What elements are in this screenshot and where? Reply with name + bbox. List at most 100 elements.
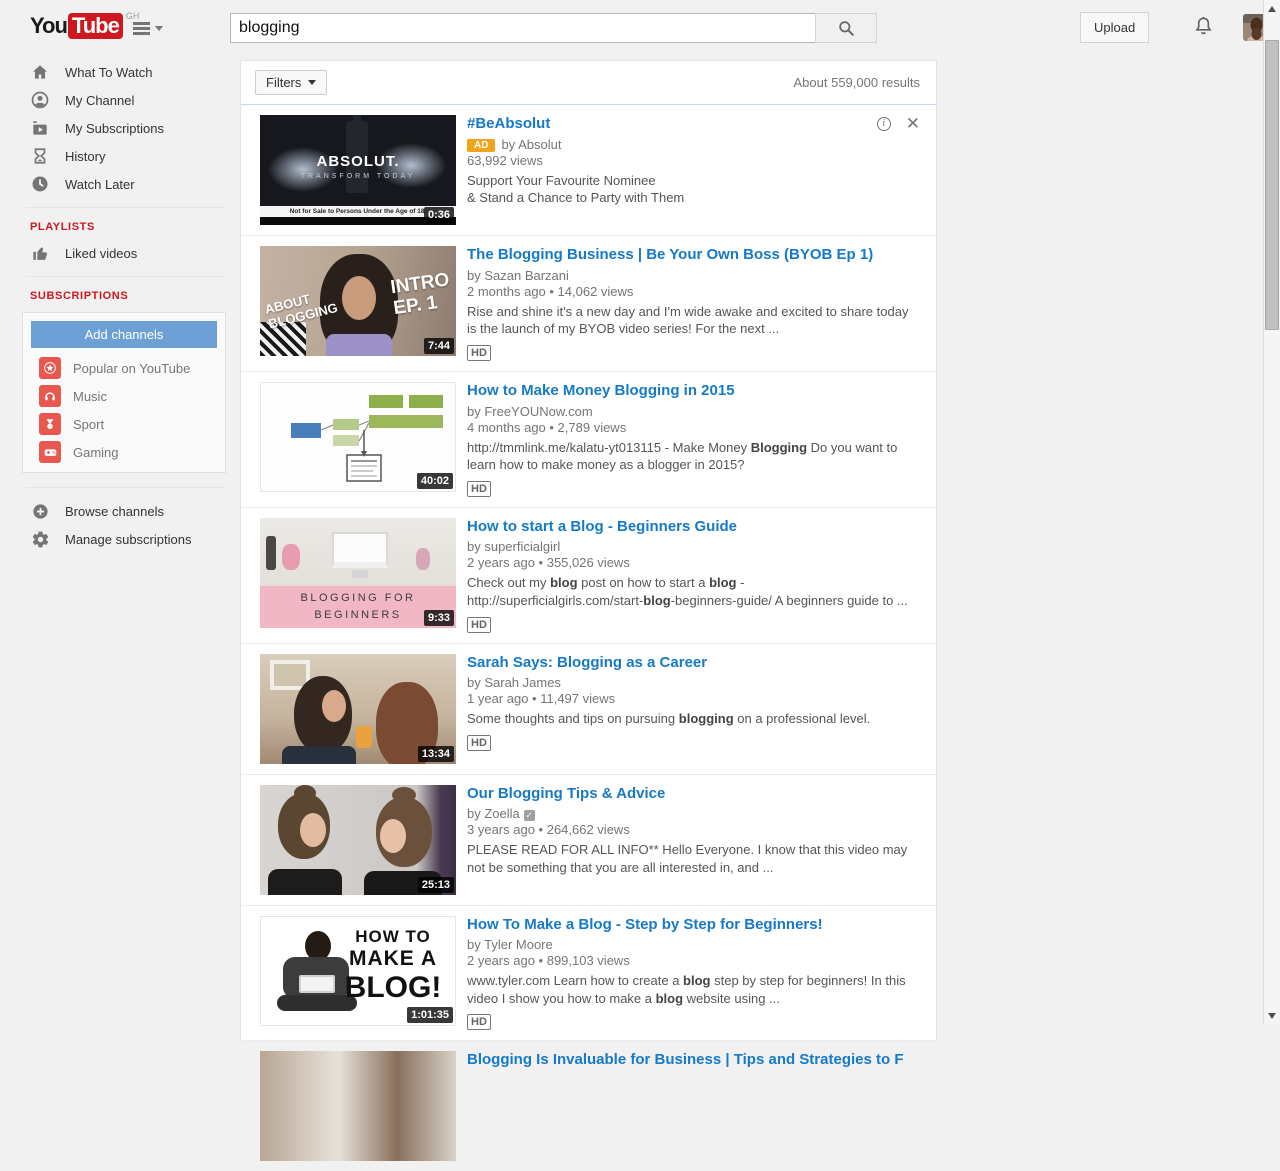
magnifier-icon <box>838 20 854 36</box>
scroll-up-arrow-icon[interactable] <box>1264 0 1280 17</box>
logo-text-you: You <box>30 13 68 38</box>
thumb-brand-text: ABSOLUT. <box>316 153 400 170</box>
hamburger-menu-icon <box>133 20 150 37</box>
video-title-link[interactable]: How To Make a Blog - Step by Step for Be… <box>467 916 823 935</box>
ad-badge: AD <box>467 138 496 152</box>
results-count: About 559,000 results <box>793 75 920 90</box>
duration-badge: 1:01:35 <box>407 1006 453 1023</box>
hd-badge: HD <box>467 480 491 497</box>
thumb-overlay-text: INTRO EP. 1 <box>389 269 451 320</box>
video-thumbnail[interactable]: HOW TO MAKE A BLOG! 1:01:35 <box>260 915 456 1026</box>
scrollbar[interactable] <box>1263 0 1280 1024</box>
masthead: You Tube GH Upload <box>0 0 1280 56</box>
duration-badge: 7:44 <box>423 338 454 354</box>
person-icon <box>30 90 50 110</box>
video-title-link[interactable]: #BeAbsolut <box>467 115 550 134</box>
video-title-link[interactable]: How to Make Money Blogging in 2015 <box>467 382 735 401</box>
ad-byline-row[interactable]: AD by Absolut <box>467 137 920 152</box>
video-description: Check out my blog post on how to start a… <box>467 575 908 608</box>
guide-menu-button[interactable] <box>133 20 163 37</box>
video-thumbnail[interactable]: 13:34 <box>260 653 456 764</box>
channel-byline[interactable]: by Sazan Barzani <box>467 268 920 283</box>
byline-text: by Absolut <box>501 136 562 152</box>
sidebar-item-label: Watch Later <box>65 176 135 192</box>
ad-desc-line2: & Stand a Chance to Party with Them <box>467 190 685 206</box>
byline-text: by Zoella <box>467 806 520 822</box>
search-button[interactable] <box>815 13 877 43</box>
scrollbar-thumb[interactable] <box>1265 40 1279 330</box>
gear-icon <box>30 529 50 549</box>
caret-down-icon <box>155 26 163 31</box>
thumb-overlay-text: HOW TO MAKE A BLOG! <box>339 927 447 1005</box>
channel-byline[interactable]: by Zoella ✓ <box>467 806 920 822</box>
sidebar-item-my-subscriptions[interactable]: My Subscriptions <box>0 114 240 142</box>
video-thumbnail[interactable]: BLOGGING FOR BEGINNERS 9:33 <box>260 517 456 628</box>
sidebar-item-sport[interactable]: Sport <box>31 410 217 438</box>
guide-sidebar: What To Watch My Channel My Subscription… <box>0 58 240 553</box>
duration-badge: 13:34 <box>417 745 454 762</box>
duration-badge: 0:36 <box>423 207 454 223</box>
video-title-link[interactable]: How to start a Blog - Beginners Guide <box>467 518 737 537</box>
notifications-bell-icon[interactable] <box>1192 14 1215 42</box>
video-result-row: 25:13 Our Blogging Tips & Advice by Zoel… <box>241 773 936 905</box>
ad-result-row: ABSOLUT. TRANSFORM TODAY Not for Sale to… <box>241 105 936 235</box>
subscriptions-icon <box>30 118 50 138</box>
add-circle-icon <box>30 501 50 521</box>
sidebar-item-gaming[interactable]: Gaming <box>31 438 217 466</box>
video-thumbnail[interactable] <box>260 1051 456 1162</box>
thumb-tagline-text: TRANSFORM TODAY <box>300 173 416 180</box>
sidebar-item-browse-channels[interactable]: Browse channels <box>0 497 240 525</box>
video-result-row: HOW TO MAKE A BLOG! 1:01:35 How To Make … <box>241 904 936 1041</box>
search-input[interactable] <box>230 13 815 43</box>
sidebar-item-label: My Subscriptions <box>65 120 164 136</box>
sidebar-item-watch-later[interactable]: Watch Later <box>0 170 240 198</box>
channel-byline[interactable]: by Tyler Moore <box>467 937 920 952</box>
thumb-prop <box>416 547 430 570</box>
channel-label: Music <box>73 388 107 404</box>
filters-button[interactable]: Filters <box>255 70 328 95</box>
thumb-figure <box>380 818 406 853</box>
verified-badge-icon: ✓ <box>523 810 535 822</box>
video-meta: 2 months ago • 14,062 views <box>467 283 634 299</box>
history-icon <box>30 146 50 166</box>
subscriptions-header: SUBSCRIPTIONS <box>30 290 129 302</box>
sidebar-item-music[interactable]: Music <box>31 382 217 410</box>
sidebar-item-manage-subscriptions[interactable]: Manage subscriptions <box>0 525 240 553</box>
close-icon[interactable]: ✕ <box>906 115 920 132</box>
scroll-down-arrow-icon[interactable] <box>1264 1007 1280 1024</box>
thumb-prop <box>282 543 300 570</box>
hd-badge: HD <box>467 616 491 633</box>
star-tile-icon <box>39 357 61 379</box>
video-meta: 3 years ago • 264,662 views <box>467 822 630 838</box>
thumb-figure <box>300 812 326 847</box>
sidebar-item-history[interactable]: History <box>0 142 240 170</box>
channel-byline[interactable]: by Sarah James <box>467 675 920 690</box>
sidebar-item-my-channel[interactable]: My Channel <box>0 86 240 114</box>
channel-byline[interactable]: by superficialgirl <box>467 539 920 554</box>
youtube-logo[interactable]: You Tube GH <box>30 11 139 39</box>
video-thumbnail[interactable]: ABSOLUT. TRANSFORM TODAY Not for Sale to… <box>260 115 456 225</box>
channel-label: Sport <box>73 416 105 432</box>
video-title-link[interactable]: The Blogging Business | Be Your Own Boss… <box>467 246 873 265</box>
upload-button[interactable]: Upload <box>1080 12 1150 43</box>
sidebar-item-liked-videos[interactable]: Liked videos <box>0 239 240 267</box>
info-icon[interactable]: i <box>876 117 891 131</box>
video-title-link[interactable]: Our Blogging Tips & Advice <box>467 785 665 804</box>
thumb-prop <box>266 535 276 570</box>
video-title-link[interactable]: Sarah Says: Blogging as a Career <box>467 654 707 673</box>
video-thumbnail[interactable]: 25:13 <box>260 784 456 895</box>
masthead-right: Upload <box>1080 12 1271 43</box>
add-channels-button[interactable]: Add channels <box>31 321 217 348</box>
gaming-tile-icon <box>39 441 61 463</box>
sidebar-item-popular-on-youtube[interactable]: Popular on YouTube <box>31 354 217 382</box>
video-meta: 4 months ago • 2,789 views <box>467 419 627 435</box>
sidebar-item-what-to-watch[interactable]: What To Watch <box>0 58 240 86</box>
playlists-header: PLAYLISTS <box>30 221 95 233</box>
video-thumbnail[interactable]: ABOUT BLOGGING INTRO EP. 1 7:44 <box>260 246 456 356</box>
ad-description: Support Your Favourite Nominee & Stand a… <box>467 172 920 207</box>
divider <box>26 207 226 208</box>
video-title-link[interactable]: Blogging Is Invaluable for Business | Ti… <box>467 1051 904 1070</box>
channel-byline[interactable]: by FreeYOUNow.com <box>467 404 920 419</box>
sidebar-item-label: My Channel <box>65 92 135 108</box>
video-thumbnail[interactable]: 40:02 <box>260 381 456 492</box>
